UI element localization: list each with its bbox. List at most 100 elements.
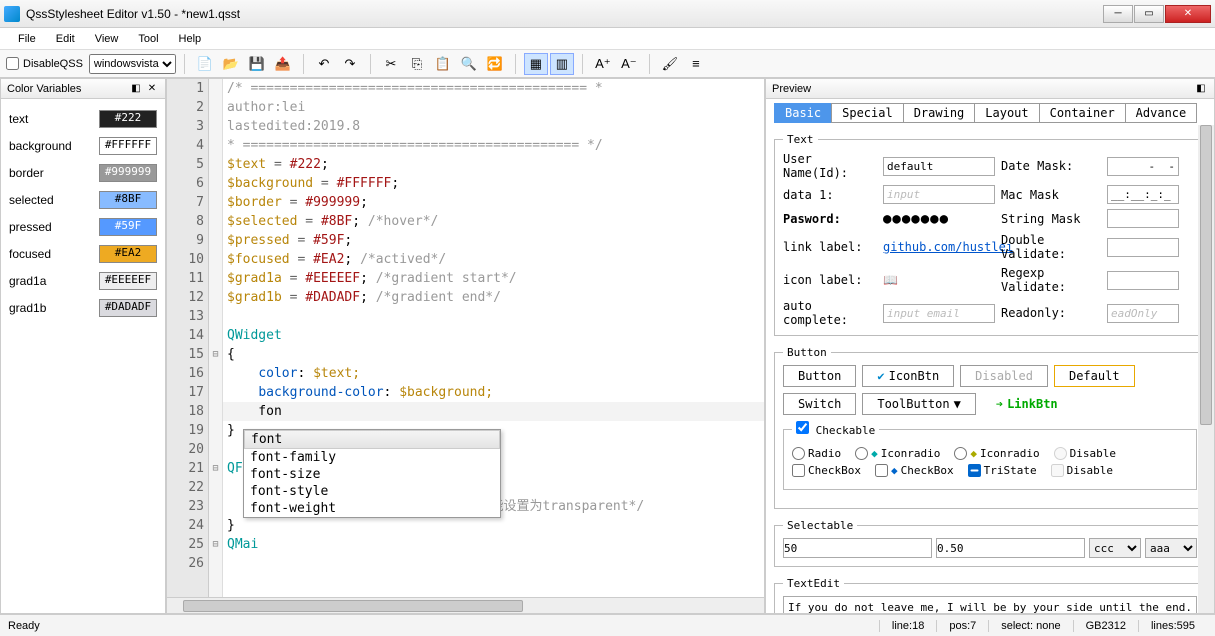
datemask-input[interactable]	[1107, 157, 1179, 176]
switch-button[interactable]: Switch	[783, 393, 856, 415]
replace-icon[interactable]: 🔁	[483, 53, 507, 75]
autocomplete-item[interactable]: font	[244, 430, 500, 449]
colorvar-label: focused	[9, 247, 99, 261]
colorvar-value[interactable]: #EEEEEF	[99, 272, 157, 290]
font-dec-icon[interactable]: A⁻	[617, 53, 641, 75]
open-icon[interactable]: 📂	[219, 53, 243, 75]
align-icon[interactable]: ≡	[684, 53, 708, 75]
colorvar-label: grad1b	[9, 301, 99, 315]
check-icon: ✔	[877, 369, 884, 383]
toolbar: DisableQSS windowsvista 📄 📂 💾 📤 ↶ ↷ ✂ ⎘ …	[0, 50, 1215, 78]
menu-view[interactable]: View	[85, 31, 129, 47]
tab-special[interactable]: Special	[831, 103, 904, 123]
colorvar-label: grad1a	[9, 274, 99, 288]
line-gutter: 1234567891011121314151617181920212223242…	[167, 79, 209, 597]
autocomplete-item[interactable]: font-size	[244, 466, 500, 483]
cut-icon[interactable]: ✂	[379, 53, 403, 75]
toolbutton[interactable]: ToolButton ▼	[862, 393, 975, 415]
close-button[interactable]: ✕	[1165, 5, 1211, 23]
colorvar-label: pressed	[9, 220, 99, 234]
stringmask-input[interactable]	[1107, 209, 1179, 228]
regexp-validate-input[interactable]	[1107, 271, 1179, 290]
dock-icon[interactable]: ◧	[1194, 82, 1208, 96]
close-panel-icon[interactable]: ✕	[145, 82, 159, 96]
h-scrollbar[interactable]	[167, 597, 764, 613]
font-inc-icon[interactable]: A⁺	[591, 53, 615, 75]
v-scrollbar[interactable]	[1198, 125, 1214, 613]
button[interactable]: Button	[783, 365, 856, 387]
undo-icon[interactable]: ↶	[312, 53, 336, 75]
tab-basic[interactable]: Basic	[774, 103, 832, 123]
colorvar-value[interactable]: #59F	[99, 218, 157, 236]
new-icon[interactable]: 📄	[193, 53, 217, 75]
view1-icon[interactable]: ▦	[524, 53, 548, 75]
checkbox-1[interactable]	[792, 464, 805, 477]
copy-icon[interactable]: ⎘	[405, 53, 429, 75]
tab-container[interactable]: Container	[1039, 103, 1126, 123]
checkable-group-checkbox[interactable]	[796, 421, 809, 434]
menu-help[interactable]: Help	[169, 31, 212, 47]
maximize-button[interactable]: ▭	[1134, 5, 1164, 23]
checkbox-tri[interactable]	[968, 464, 981, 477]
diamond-icon: ◆	[891, 464, 898, 477]
brush-icon[interactable]: 🖌	[658, 53, 682, 75]
link-label[interactable]: github.com/hustlei	[883, 240, 995, 254]
paste-icon[interactable]: 📋	[431, 53, 455, 75]
tab-advance[interactable]: Advance	[1125, 103, 1198, 123]
autocomplete-input[interactable]	[883, 304, 995, 323]
data1-input[interactable]	[883, 185, 995, 204]
colorvar-label: border	[9, 166, 99, 180]
menu-edit[interactable]: Edit	[46, 31, 85, 47]
menu-file[interactable]: File	[8, 31, 46, 47]
doublespinbox[interactable]	[936, 538, 1085, 558]
export-icon[interactable]: 📤	[271, 53, 295, 75]
save-icon[interactable]: 💾	[245, 53, 269, 75]
radio-3[interactable]	[954, 447, 967, 460]
combo2[interactable]: aaa	[1145, 538, 1197, 558]
window-title: QssStylesheet Editor v1.50 - *new1.qsst	[26, 7, 1103, 21]
diamond-icon: ◆	[970, 447, 977, 460]
minimize-button[interactable]: ─	[1103, 5, 1133, 23]
preview-panel: Preview ◧ BasicSpecialDrawingLayoutContai…	[765, 78, 1215, 614]
combo1[interactable]: ccc	[1089, 538, 1141, 558]
redo-icon[interactable]: ↷	[338, 53, 362, 75]
menubar: File Edit View Tool Help	[0, 28, 1215, 50]
tab-drawing[interactable]: Drawing	[903, 103, 976, 123]
colorvar-value[interactable]: #FFFFFF	[99, 137, 157, 155]
radio-1[interactable]	[792, 447, 805, 460]
colorvar-value[interactable]: #DADADF	[99, 299, 157, 317]
autocomplete-popup[interactable]: fontfont-familyfont-sizefont-stylefont-w…	[243, 429, 501, 518]
textedit[interactable]: If you do not leave me, I will be by you…	[783, 596, 1197, 613]
autocomplete-item[interactable]: font-weight	[244, 500, 500, 517]
password-input[interactable]: ●●●●●●●	[883, 211, 995, 227]
double-validate-input[interactable]	[1107, 238, 1179, 257]
theme-select[interactable]: windowsvista	[89, 54, 176, 74]
find-icon[interactable]: 🔍	[457, 53, 481, 75]
colorvar-value[interactable]: #999999	[99, 164, 157, 182]
colorvar-label: selected	[9, 193, 99, 207]
color-variables-panel: Color Variables◧✕ text#222background#FFF…	[0, 78, 166, 614]
statusbar: Ready line:18 pos:7 select: none GB2312 …	[0, 614, 1215, 636]
username-input[interactable]	[883, 157, 995, 176]
disable-qss-checkbox[interactable]	[6, 57, 19, 70]
code-text[interactable]: /* =====================================…	[223, 79, 764, 597]
default-button[interactable]: Default	[1054, 365, 1135, 387]
tab-layout[interactable]: Layout	[974, 103, 1039, 123]
autocomplete-item[interactable]: font-family	[244, 449, 500, 466]
iconbtn[interactable]: ✔IconBtn	[862, 365, 954, 387]
macmask-input[interactable]	[1107, 185, 1179, 204]
color-variables-title: Color Variables	[7, 83, 81, 95]
spinbox[interactable]	[783, 538, 932, 558]
radio-2[interactable]	[855, 447, 868, 460]
colorvar-value[interactable]: #EA2	[99, 245, 157, 263]
colorvar-value[interactable]: #222	[99, 110, 157, 128]
view2-icon[interactable]: ▥	[550, 53, 574, 75]
preview-title: Preview	[772, 83, 811, 95]
dock-icon[interactable]: ◧	[129, 82, 143, 96]
checkbox-2[interactable]	[875, 464, 888, 477]
menu-tool[interactable]: Tool	[128, 31, 168, 47]
fold-column[interactable]: ⊟⊟⊟	[209, 79, 223, 597]
linkbtn[interactable]: ➔ LinkBtn	[982, 393, 1072, 415]
autocomplete-item[interactable]: font-style	[244, 483, 500, 500]
colorvar-value[interactable]: #8BF	[99, 191, 157, 209]
